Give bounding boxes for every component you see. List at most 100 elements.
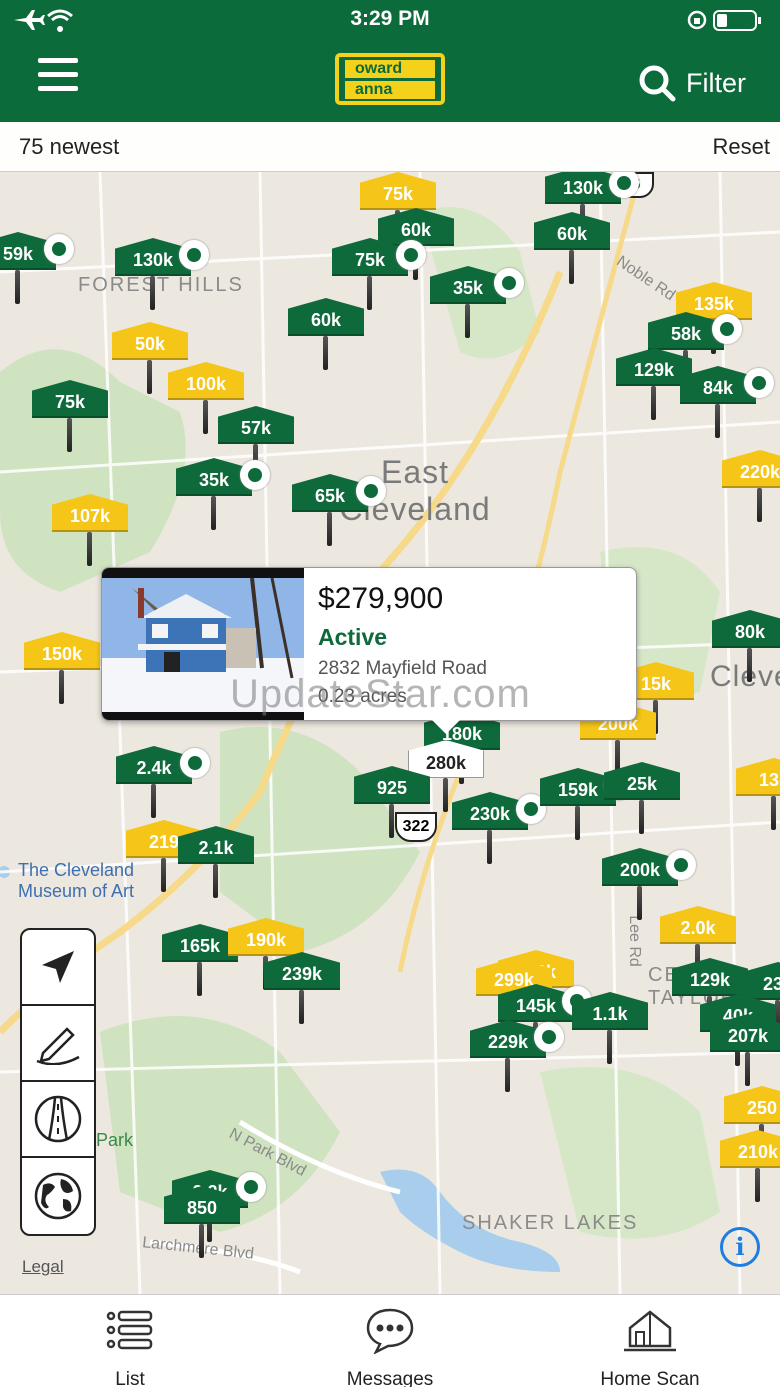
search-icon — [639, 65, 676, 102]
pin-stick — [203, 400, 208, 434]
listing-pin[interactable]: 230k — [452, 792, 546, 882]
pin-stick — [639, 800, 644, 834]
pin-stick — [443, 778, 448, 812]
map-type-button[interactable] — [22, 1082, 94, 1158]
info-button[interactable]: i — [720, 1227, 760, 1267]
logo-top-text: oward — [345, 60, 435, 78]
messages-icon — [366, 1308, 414, 1354]
new-listing-dot — [44, 234, 74, 264]
filter-label: Filter — [686, 67, 746, 98]
listing-pin[interactable]: 35k — [430, 266, 524, 356]
listing-pin[interactable]: 135 — [736, 758, 780, 848]
menu-button[interactable] — [38, 58, 80, 100]
tab-home-scan[interactable]: Home Scan — [550, 1305, 750, 1387]
tab-messages[interactable]: Messages — [290, 1305, 490, 1387]
battery-icon — [687, 10, 761, 31]
home-scan-icon — [624, 1310, 676, 1352]
listing-pin[interactable]: 229k — [470, 1020, 564, 1110]
listing-pin[interactable]: 1.1k — [572, 992, 652, 1082]
map-label-park: Park — [96, 1130, 134, 1150]
listing-pin[interactable]: 130k — [115, 238, 209, 328]
pin-stick — [327, 512, 332, 546]
listing-pin[interactable]: 925 — [354, 766, 434, 856]
pin-price: 925 — [354, 766, 430, 804]
listing-pin[interactable]: 65k — [292, 474, 386, 564]
pin-price: 220k — [722, 450, 780, 488]
listing-pin[interactable]: 59k — [0, 232, 74, 322]
watermark: UpdateStar.com — [230, 672, 531, 716]
pin-price: 190k — [228, 918, 304, 956]
map-view[interactable]: FOREST HILLS East Cleveland The Clevelan… — [0, 172, 780, 1294]
listing-pin[interactable]: 35k — [176, 458, 270, 548]
tab-list[interactable]: List — [30, 1305, 230, 1387]
pin-stick — [771, 796, 776, 830]
pin-stick — [323, 336, 328, 370]
pin-stick — [745, 1052, 750, 1086]
listing-pin[interactable]: 850 — [164, 1186, 244, 1276]
pin-stick — [575, 806, 580, 840]
pin-stick — [637, 886, 642, 920]
pin-price: 80k — [712, 610, 780, 648]
listing-pin[interactable]: 150k — [24, 632, 104, 722]
pin-price: 135 — [736, 758, 780, 796]
pin-stick — [67, 418, 72, 452]
map-road-icon — [34, 1095, 82, 1143]
pin-stick — [211, 496, 216, 530]
listing-pin[interactable]: 75k — [32, 380, 112, 470]
draw-button[interactable] — [22, 1006, 94, 1082]
listing-pin[interactable]: 80k — [712, 610, 780, 700]
reset-button[interactable]: Reset — [713, 134, 770, 160]
draw-icon — [36, 1027, 80, 1065]
logo-bottom-text: anna — [345, 81, 435, 99]
listing-status: Active — [318, 624, 388, 650]
results-count: 75 newest — [19, 134, 120, 159]
pin-price: 100k — [168, 362, 244, 400]
pin-stick — [161, 858, 166, 892]
listing-pin[interactable]: 84k — [680, 366, 774, 456]
locate-icon — [42, 951, 74, 983]
tab-home-scan-label: Home Scan — [600, 1369, 700, 1387]
pin-price: 57k — [218, 406, 294, 444]
globe-button[interactable] — [22, 1158, 94, 1234]
pin-stick — [197, 962, 202, 996]
listing-pin[interactable]: 239k — [264, 952, 344, 1042]
pin-stick — [87, 532, 92, 566]
listing-pin[interactable]: 210k — [720, 1130, 780, 1220]
pin-price: 129k — [672, 958, 748, 996]
pin-stick — [151, 784, 156, 818]
results-bar: 75 newest Reset — [0, 122, 780, 172]
listing-pin[interactable]: 220k — [722, 450, 780, 540]
pin-price: 60k — [534, 212, 610, 250]
pin-stick — [15, 270, 20, 304]
pin-stick — [755, 1168, 760, 1202]
pin-stick — [715, 404, 720, 438]
list-icon — [106, 1310, 153, 1350]
pin-stick — [569, 250, 574, 284]
map-label-shaker-lakes: SHAKER LAKES — [462, 1212, 639, 1234]
listing-pin[interactable]: 25k — [604, 762, 684, 852]
filter-button[interactable]: Filter — [638, 64, 746, 102]
status-bar: 3:29 PM — [0, 0, 780, 40]
new-listing-dot — [744, 368, 774, 398]
listing-price: $279,900 — [318, 582, 444, 615]
pin-stick — [199, 1224, 204, 1258]
pin-price: 165k — [162, 924, 238, 962]
pin-stick — [505, 1058, 510, 1092]
new-listing-dot — [179, 240, 209, 270]
pin-price: 2.1k — [178, 826, 254, 864]
pin-price: 107k — [52, 494, 128, 532]
pin-price: 1.1k — [572, 992, 648, 1030]
listing-pin[interactable]: 60k — [534, 212, 614, 302]
status-time: 3:29 PM — [350, 7, 430, 30]
howard-hanna-logo: oward anna — [335, 53, 445, 105]
listing-pin[interactable]: 2.1k — [178, 826, 258, 916]
pin-price: 75k — [360, 172, 436, 210]
listing-pin[interactable]: 60k — [288, 298, 368, 388]
legal-link[interactable]: Legal — [22, 1257, 64, 1277]
locate-button[interactable] — [22, 930, 94, 1006]
app-header: oward anna Filter — [0, 40, 780, 122]
new-listing-dot — [240, 460, 270, 490]
pin-stick — [487, 830, 492, 864]
pin-price: 250 — [724, 1086, 780, 1124]
pin-stick — [747, 648, 752, 682]
